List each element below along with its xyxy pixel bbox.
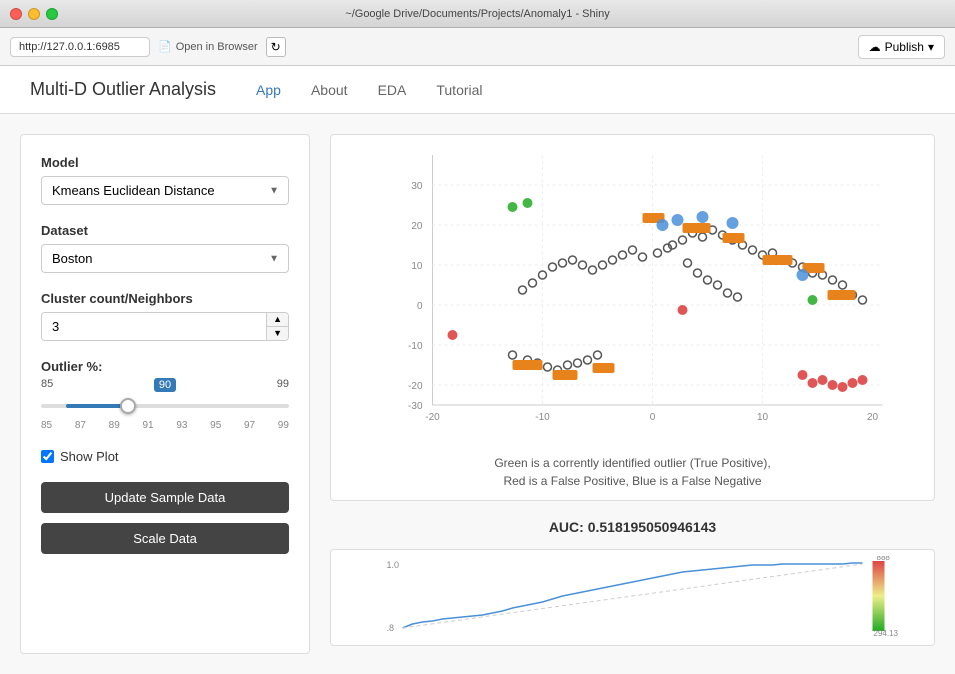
scatter-caption-1: Green is a corrently identified outlier … [341,454,924,490]
nav-link-eda[interactable]: EDA [378,78,407,102]
slider-range-labels: 85 90 99 [41,378,289,392]
svg-text:888: 888 [877,556,891,562]
slider-ticks: 85 87 89 91 93 95 97 99 [41,420,289,431]
tick-95: 95 [210,420,221,431]
svg-text:-10: -10 [535,412,550,423]
dataset-select[interactable]: BostonIrisWineCustom [41,244,289,273]
svg-text:10: 10 [757,412,769,423]
window-controls [10,8,58,20]
svg-text:-10: -10 [408,341,423,352]
chevron-down-icon: ▾ [928,40,934,54]
outlier-slider-section: Outlier %: 85 90 99 85 87 89 91 93 95 97 [41,359,289,431]
refresh-button[interactable]: ↻ [266,37,286,57]
tick-93: 93 [176,420,187,431]
slider-min-label: 85 [41,378,53,392]
cluster-input[interactable] [42,313,266,340]
open-browser-button[interactable]: 📄 Open in Browser [158,40,258,53]
tick-99: 99 [278,420,289,431]
svg-text:20: 20 [411,221,423,232]
close-button[interactable] [10,8,22,20]
cluster-label: Cluster count/Neighbors [41,291,289,306]
auc-chart: 1.0 .8 888 294.13 [341,556,924,636]
auc-chart-container: 1.0 .8 888 294.13 [330,549,935,646]
refresh-icon: ↻ [271,40,281,54]
tick-89: 89 [109,420,120,431]
tick-91: 91 [142,420,153,431]
svg-text:294.13: 294.13 [874,629,899,636]
outlier-label: Outlier %: [41,359,289,374]
nav-link-about[interactable]: About [311,78,348,102]
dataset-group: Dataset BostonIrisWineCustom ▼ [41,223,289,273]
svg-text:-30: -30 [408,401,423,412]
svg-text:1.0: 1.0 [387,560,400,570]
svg-text:10: 10 [411,261,423,272]
model-select[interactable]: Kmeans Euclidean DistanceKmeans Manhatta… [41,176,289,205]
show-plot-label[interactable]: Show Plot [60,449,119,464]
minimize-button[interactable] [28,8,40,20]
spin-buttons: ▲ ▼ [266,313,288,340]
slider-max-label: 99 [277,378,289,392]
dataset-select-wrapper: BostonIrisWineCustom ▼ [41,244,289,273]
app-title: Multi-D Outlier Analysis [30,79,216,100]
slider-container [41,396,289,416]
model-label: Model [41,155,289,170]
publish-icon: ☁ [869,40,881,54]
svg-text:-20: -20 [425,412,440,423]
address-bar: http://127.0.0.1:6985 📄 Open in Browser … [0,28,955,66]
scatter-plot: 30 20 10 0 -10 -20 -30 -20 -10 0 10 20 [341,145,924,445]
scatter-container: 30 20 10 0 -10 -20 -30 -20 -10 0 10 20 [330,134,935,501]
nav-bar: Multi-D Outlier Analysis App About EDA T… [0,66,955,114]
sidebar: Model Kmeans Euclidean DistanceKmeans Ma… [20,134,310,654]
scale-data-button[interactable]: Scale Data [41,523,289,554]
window-title: ~/Google Drive/Documents/Projects/Anomal… [345,8,609,20]
browser-icon: 📄 [158,40,172,53]
svg-text:0: 0 [417,301,423,312]
show-plot-checkbox[interactable] [41,450,54,463]
auc-label: AUC: 0.518195050946143 [330,519,935,535]
nav-link-app[interactable]: App [256,78,281,102]
cluster-group: Cluster count/Neighbors ▲ ▼ [41,291,289,341]
main-content: Model Kmeans Euclidean DistanceKmeans Ma… [0,114,955,674]
chart-area: 30 20 10 0 -10 -20 -30 -20 -10 0 10 20 [330,134,935,654]
maximize-button[interactable] [46,8,58,20]
slider-value: 90 [154,378,176,392]
nav-link-tutorial[interactable]: Tutorial [436,78,482,102]
update-sample-data-button[interactable]: Update Sample Data [41,482,289,513]
cluster-input-wrapper: ▲ ▼ [41,312,289,341]
show-plot-row: Show Plot [41,449,289,464]
svg-text:0: 0 [650,412,656,423]
model-group: Model Kmeans Euclidean DistanceKmeans Ma… [41,155,289,205]
tick-85: 85 [41,420,52,431]
dataset-label: Dataset [41,223,289,238]
svg-text:20: 20 [867,412,879,423]
svg-text:-20: -20 [408,381,423,392]
model-select-wrapper: Kmeans Euclidean DistanceKmeans Manhatta… [41,176,289,205]
spin-down-button[interactable]: ▼ [267,327,288,340]
publish-button[interactable]: ☁ Publish ▾ [858,35,945,59]
tick-87: 87 [75,420,86,431]
svg-text:30: 30 [411,181,423,192]
title-bar: ~/Google Drive/Documents/Projects/Anomal… [0,0,955,28]
svg-text:.8: .8 [387,623,395,633]
spin-up-button[interactable]: ▲ [267,313,288,327]
tick-97: 97 [244,420,255,431]
url-display[interactable]: http://127.0.0.1:6985 [10,37,150,57]
